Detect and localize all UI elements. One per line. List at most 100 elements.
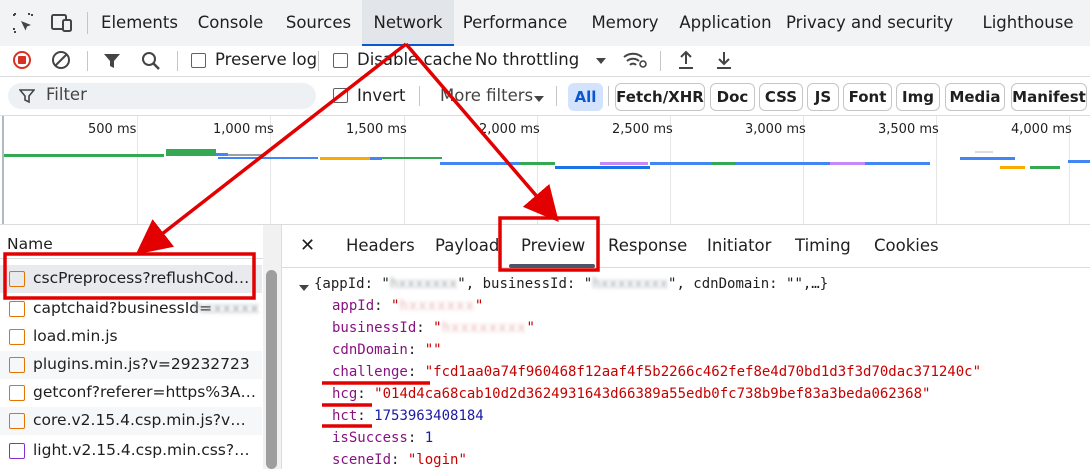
request-list-header: Name [0,225,281,259]
type-filter-js[interactable]: JS [807,83,839,111]
type-filter-img[interactable]: Img [896,83,940,111]
request-name: getconf?referer=https%3A%... [33,383,258,401]
type-filter-manifest[interactable]: Manifest [1011,83,1087,111]
detail-tab-bar: ✕ Headers Payload Preview Response Initi… [282,225,1090,268]
type-filter-all[interactable]: All [568,83,603,111]
json-property-hct: hct: 1753963408184 [332,408,484,424]
throttling-select[interactable]: No throttling [475,50,579,69]
invert-label: Invert [357,86,406,105]
type-filter-font[interactable]: Font [843,83,892,111]
preview-json-tree: {appId: "hxxxxxxx", businessId: "hxxxxxx… [282,267,1090,469]
preview-summary-line[interactable]: {appId: "hxxxxxxx", businessId: "hxxxxxx… [314,276,828,292]
close-icon[interactable]: ✕ [300,225,315,267]
disable-cache-label: Disable cache [357,50,473,69]
redacted-value: hxxxxxxxx [441,320,527,336]
json-key: challenge [332,364,408,380]
tab-elements[interactable]: Elements [93,0,186,46]
json-quote: " [474,298,484,314]
type-filter-media[interactable]: Media [945,83,1005,111]
divider [87,51,88,71]
divider [318,51,319,71]
filter-bar: Filter Invert More filters All Fetch/XHR… [0,77,1090,116]
disable-cache-checkbox[interactable] [333,53,348,68]
tab-console[interactable]: Console [186,0,275,46]
chevron-down-icon [532,91,546,105]
record-stop-icon[interactable] [12,50,32,70]
tab-headers[interactable]: Headers [346,225,415,267]
more-filters-dropdown[interactable]: More filters [440,86,533,105]
tab-timing[interactable]: Timing [795,225,851,267]
json-file-icon [9,271,25,287]
tab-performance[interactable]: Performance [454,0,576,46]
request-row[interactable]: captchaid?businessId= hxxxxxx [0,295,262,323]
preserve-log-label: Preserve log [215,50,318,69]
divider [419,86,420,106]
request-row[interactable]: light.v2.15.4.csp.min.css?v=2... [0,437,262,465]
json-property-issuccess: isSuccess: 1 [332,430,433,446]
request-row[interactable]: load.min.js [0,323,262,351]
json-key: businessId [332,320,417,336]
filter-funnel-icon[interactable] [102,51,122,71]
summary-prefix: {appId: " [314,276,390,292]
type-filter-doc[interactable]: Doc [710,83,755,111]
timeline-overview[interactable]: 500 ms 1,000 ms 1,500 ms 2,000 ms 2,500 … [0,116,1090,225]
clear-icon[interactable] [51,50,71,70]
tab-memory[interactable]: Memory [580,0,670,46]
tab-application[interactable]: Application [672,0,779,46]
request-name: plugins.min.js?v=29232723 [33,355,250,373]
tab-payload[interactable]: Payload [435,225,499,267]
request-list-scrollbar[interactable] [263,225,281,469]
summary-mid: ", businessId: " [457,276,593,292]
name-column-header[interactable]: Name [7,235,53,253]
js-file-icon [9,357,25,373]
json-sep: : [357,408,375,424]
request-row[interactable]: getconf?referer=https%3A%... [0,379,262,407]
json-sep: : [407,430,425,446]
inspect-element-icon[interactable] [12,12,34,34]
redacted-value: hxxxxxxx [399,298,475,314]
network-conditions-icon[interactable] [622,49,648,71]
preserve-log-checkbox[interactable] [191,53,206,68]
request-row[interactable]: core.v2.15.4.csp.min.js?v=29... [0,407,262,435]
json-value: 1 [424,430,434,446]
json-value: "login" [407,452,467,468]
tab-sources[interactable]: Sources [275,0,362,46]
search-icon[interactable] [140,50,162,72]
device-toolbar-icon[interactable] [50,12,74,34]
request-name: core.v2.15.4.csp.min.js?v=29... [33,411,258,429]
invert-checkbox[interactable] [333,88,348,103]
json-property-sceneid: sceneId: "login" [332,452,467,468]
json-key: sceneId [332,452,392,468]
tab-preview[interactable]: Preview [521,225,585,267]
json-sep: : [374,298,392,314]
json-value: "014d4ca68cab10d2d3624931643d66389a55edb… [374,386,931,402]
tab-cookies[interactable]: Cookies [874,225,939,267]
tab-privacy-security[interactable]: Privacy and security [786,0,953,46]
request-name: load.min.js [33,327,118,345]
json-property-hcg: hcg: "014d4ca68cab10d2d3624931643d66389a… [332,386,930,402]
scrollbar-thumb[interactable] [266,270,277,469]
json-sep: : [407,364,425,380]
redacted-business-id: hxxxxxx [194,299,259,317]
chevron-down-icon[interactable] [594,53,608,67]
request-row[interactable]: cscPreprocess?reflushCode=... [0,265,262,293]
json-property-cdndomain: cdnDomain: "" [332,342,442,358]
tab-response[interactable]: Response [608,225,687,267]
request-row[interactable]: plugins.min.js?v=29232723 [0,351,262,379]
tab-network[interactable]: Network [362,0,454,46]
json-key: hct [332,408,358,424]
tab-initiator[interactable]: Initiator [707,225,771,267]
filter-funnel-icon [18,88,36,104]
type-filter-fetch-xhr[interactable]: Fetch/XHR [615,83,705,111]
json-value: 1753963408184 [374,408,484,424]
upload-icon[interactable] [676,49,696,71]
redacted-app-id: hxxxxxxx [389,276,458,292]
json-file-icon [9,301,25,317]
type-filter-css[interactable]: CSS [759,83,803,111]
request-name: captchaid?businessId= [33,299,213,317]
json-key: isSuccess [332,430,408,446]
tab-lighthouse[interactable]: Lighthouse [978,0,1078,46]
expand-triangle-icon[interactable] [298,279,310,291]
download-icon[interactable] [714,49,734,71]
filter-input[interactable]: Filter [8,83,316,109]
